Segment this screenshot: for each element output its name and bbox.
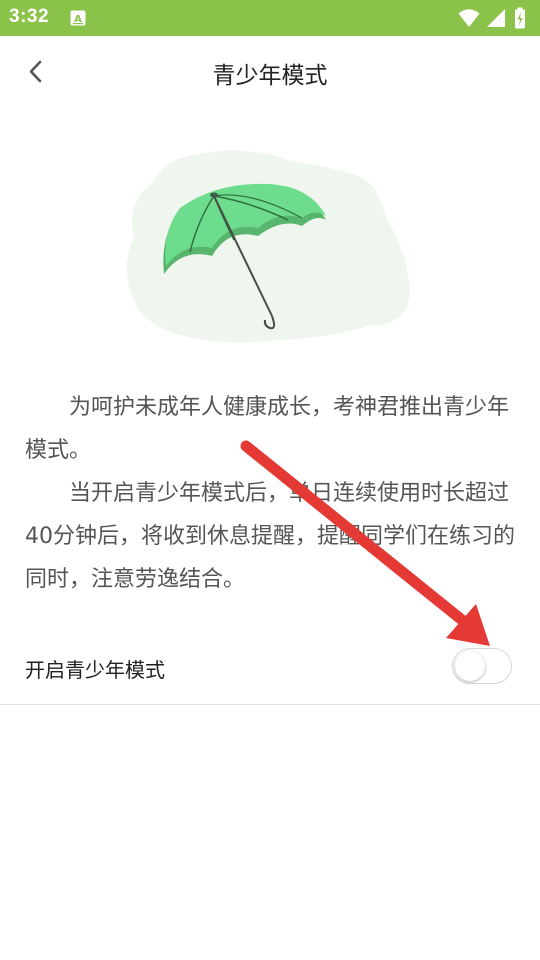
- page-title: 青少年模式: [212, 63, 328, 89]
- battery-icon: [515, 7, 525, 29]
- teen-mode-toggle-label: 开启青少年模式: [25, 658, 165, 682]
- wifi-icon: [458, 9, 480, 27]
- teen-mode-page: 3:32 A 青少年模式 为呵护未成年人健康成长，考神君推出青少年模式。 当开启…: [0, 0, 540, 960]
- app-notification-icon: A: [70, 10, 86, 26]
- teen-mode-description: 为呵护未成年人健康成长，考神君推出青少年模式。 当开启青少年模式后，单日连续使用…: [25, 386, 515, 601]
- header-bar: 青少年模式: [0, 36, 540, 108]
- description-paragraph-2: 当开启青少年模式后，单日连续使用时长超过40分钟后，将收到休息提醒，提醒同学们在…: [25, 481, 515, 592]
- teen-mode-setting-row: 开启青少年模式: [0, 628, 540, 705]
- status-bar: 3:32 A: [0, 0, 540, 36]
- umbrella-illustration: [126, 150, 411, 343]
- status-time: 3:32: [9, 6, 50, 27]
- status-icons: [458, 7, 530, 29]
- cell-signal-icon: [487, 9, 505, 27]
- toggle-knob: [455, 651, 485, 681]
- description-paragraph-1: 为呵护未成年人健康成长，考神君推出青少年模式。: [25, 395, 510, 463]
- teen-mode-toggle[interactable]: [452, 648, 512, 684]
